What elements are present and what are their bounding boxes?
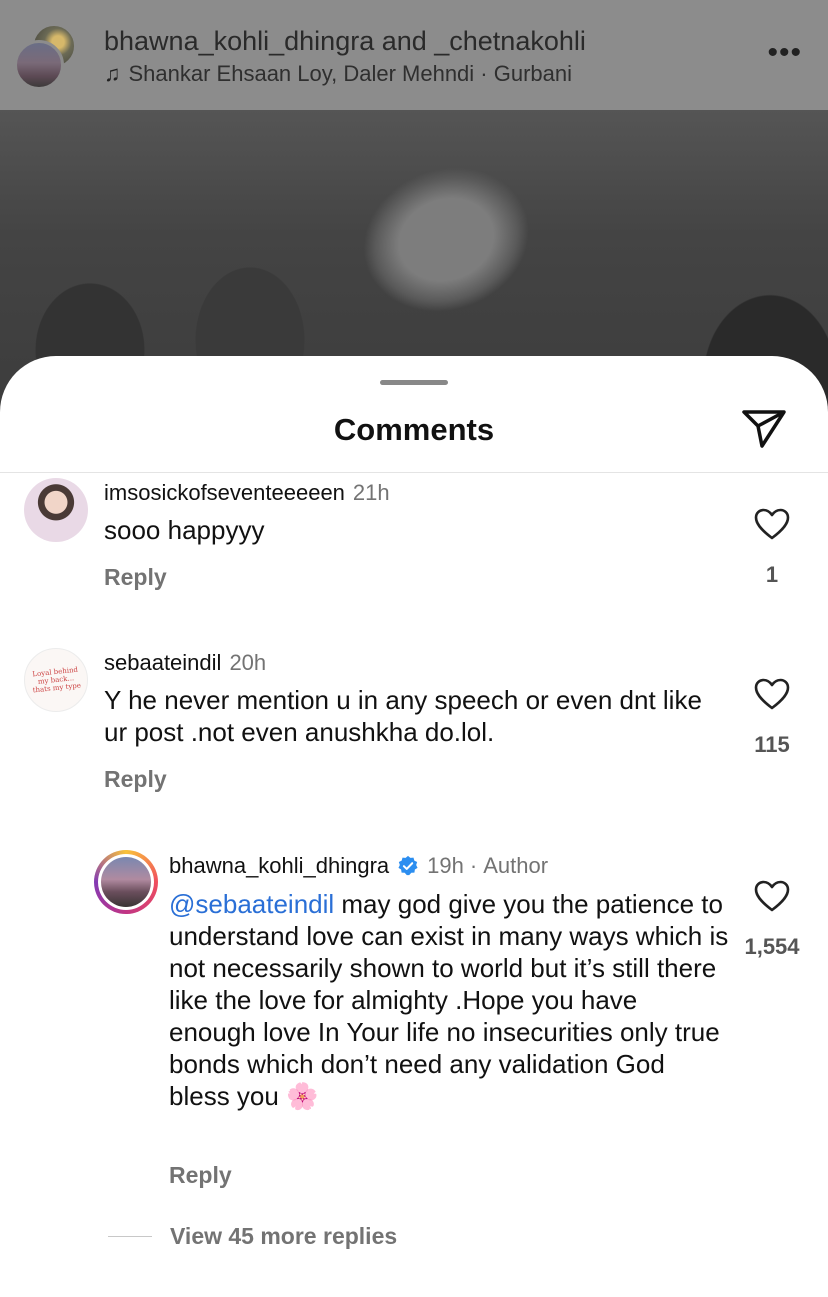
- divider: [108, 1236, 152, 1237]
- trophy-image: [299, 105, 601, 395]
- view-more-replies[interactable]: View 45 more replies: [108, 1223, 397, 1250]
- separator-dot: ·: [469, 853, 478, 878]
- comment-time: 21h: [352, 480, 390, 505]
- collab-avatars[interactable]: [14, 24, 80, 90]
- reply-text: @sebaateindil may god give you the patie…: [169, 888, 729, 1112]
- comment-username[interactable]: sebaateindil: [104, 650, 221, 676]
- post-header: bhawna_kohli_dhingra and _chetnakohli ♫ …: [0, 0, 828, 110]
- avatar[interactable]: [24, 478, 88, 542]
- avatar-handwriting: Loyal behind my back... thats my type: [31, 665, 82, 695]
- comments-sheet: Comments imsosickofseventeeeeen 21h sooo…: [0, 356, 828, 1297]
- comment-text: sooo happyyy: [104, 515, 265, 545]
- reply-username[interactable]: bhawna_kohli_dhingra: [169, 853, 389, 879]
- avatar: [14, 40, 64, 90]
- like-count: 115: [754, 732, 790, 757]
- cherry-blossom-emoji: 🌸: [286, 1081, 319, 1111]
- more-horizontal-icon[interactable]: •••: [767, 38, 802, 68]
- avatar[interactable]: [94, 850, 158, 914]
- like-count: 1: [765, 562, 779, 587]
- music-note-icon: ♫: [104, 61, 121, 86]
- verified-badge-icon: [398, 855, 418, 876]
- comment-text: Y he never mention u in any speech or ev…: [104, 685, 702, 747]
- like-count: 1,554: [744, 934, 800, 959]
- heart-icon[interactable]: [754, 678, 790, 710]
- reply-time: 19h: [427, 853, 464, 878]
- reply-button[interactable]: Reply: [104, 766, 167, 793]
- reply-button[interactable]: Reply: [104, 564, 167, 591]
- view-more-label: View 45 more replies: [170, 1223, 398, 1249]
- comment-header: sebaateindil 20h: [104, 650, 266, 676]
- post-music[interactable]: ♫ Shankar Ehsaan Loy, Daler Mehndi · Gur…: [104, 61, 572, 87]
- music-label: Shankar Ehsaan Loy, Daler Mehndi · Gurba…: [128, 61, 573, 86]
- comment-time: 20h: [229, 650, 267, 675]
- mention-link[interactable]: @sebaateindil: [169, 889, 334, 919]
- drag-handle[interactable]: [380, 380, 448, 385]
- heart-icon[interactable]: [754, 508, 790, 540]
- send-icon[interactable]: [740, 406, 788, 450]
- comment-username[interactable]: imsosickofseventeeeeen: [104, 480, 345, 506]
- heart-icon[interactable]: [754, 880, 790, 912]
- sheet-title: Comments: [333, 412, 495, 447]
- reply-body: may god give you the patience to underst…: [169, 889, 729, 1111]
- post-usernames[interactable]: bhawna_kohli_dhingra and _chetnakohli: [104, 26, 586, 57]
- author-label: Author: [483, 853, 549, 878]
- reply-button[interactable]: Reply: [169, 1162, 232, 1189]
- reply-header: bhawna_kohli_dhingra 19h · Author: [169, 853, 548, 879]
- divider: [0, 472, 828, 473]
- avatar[interactable]: Loyal behind my back... thats my type: [24, 648, 88, 712]
- comment-header: imsosickofseventeeeeen 21h: [104, 480, 390, 506]
